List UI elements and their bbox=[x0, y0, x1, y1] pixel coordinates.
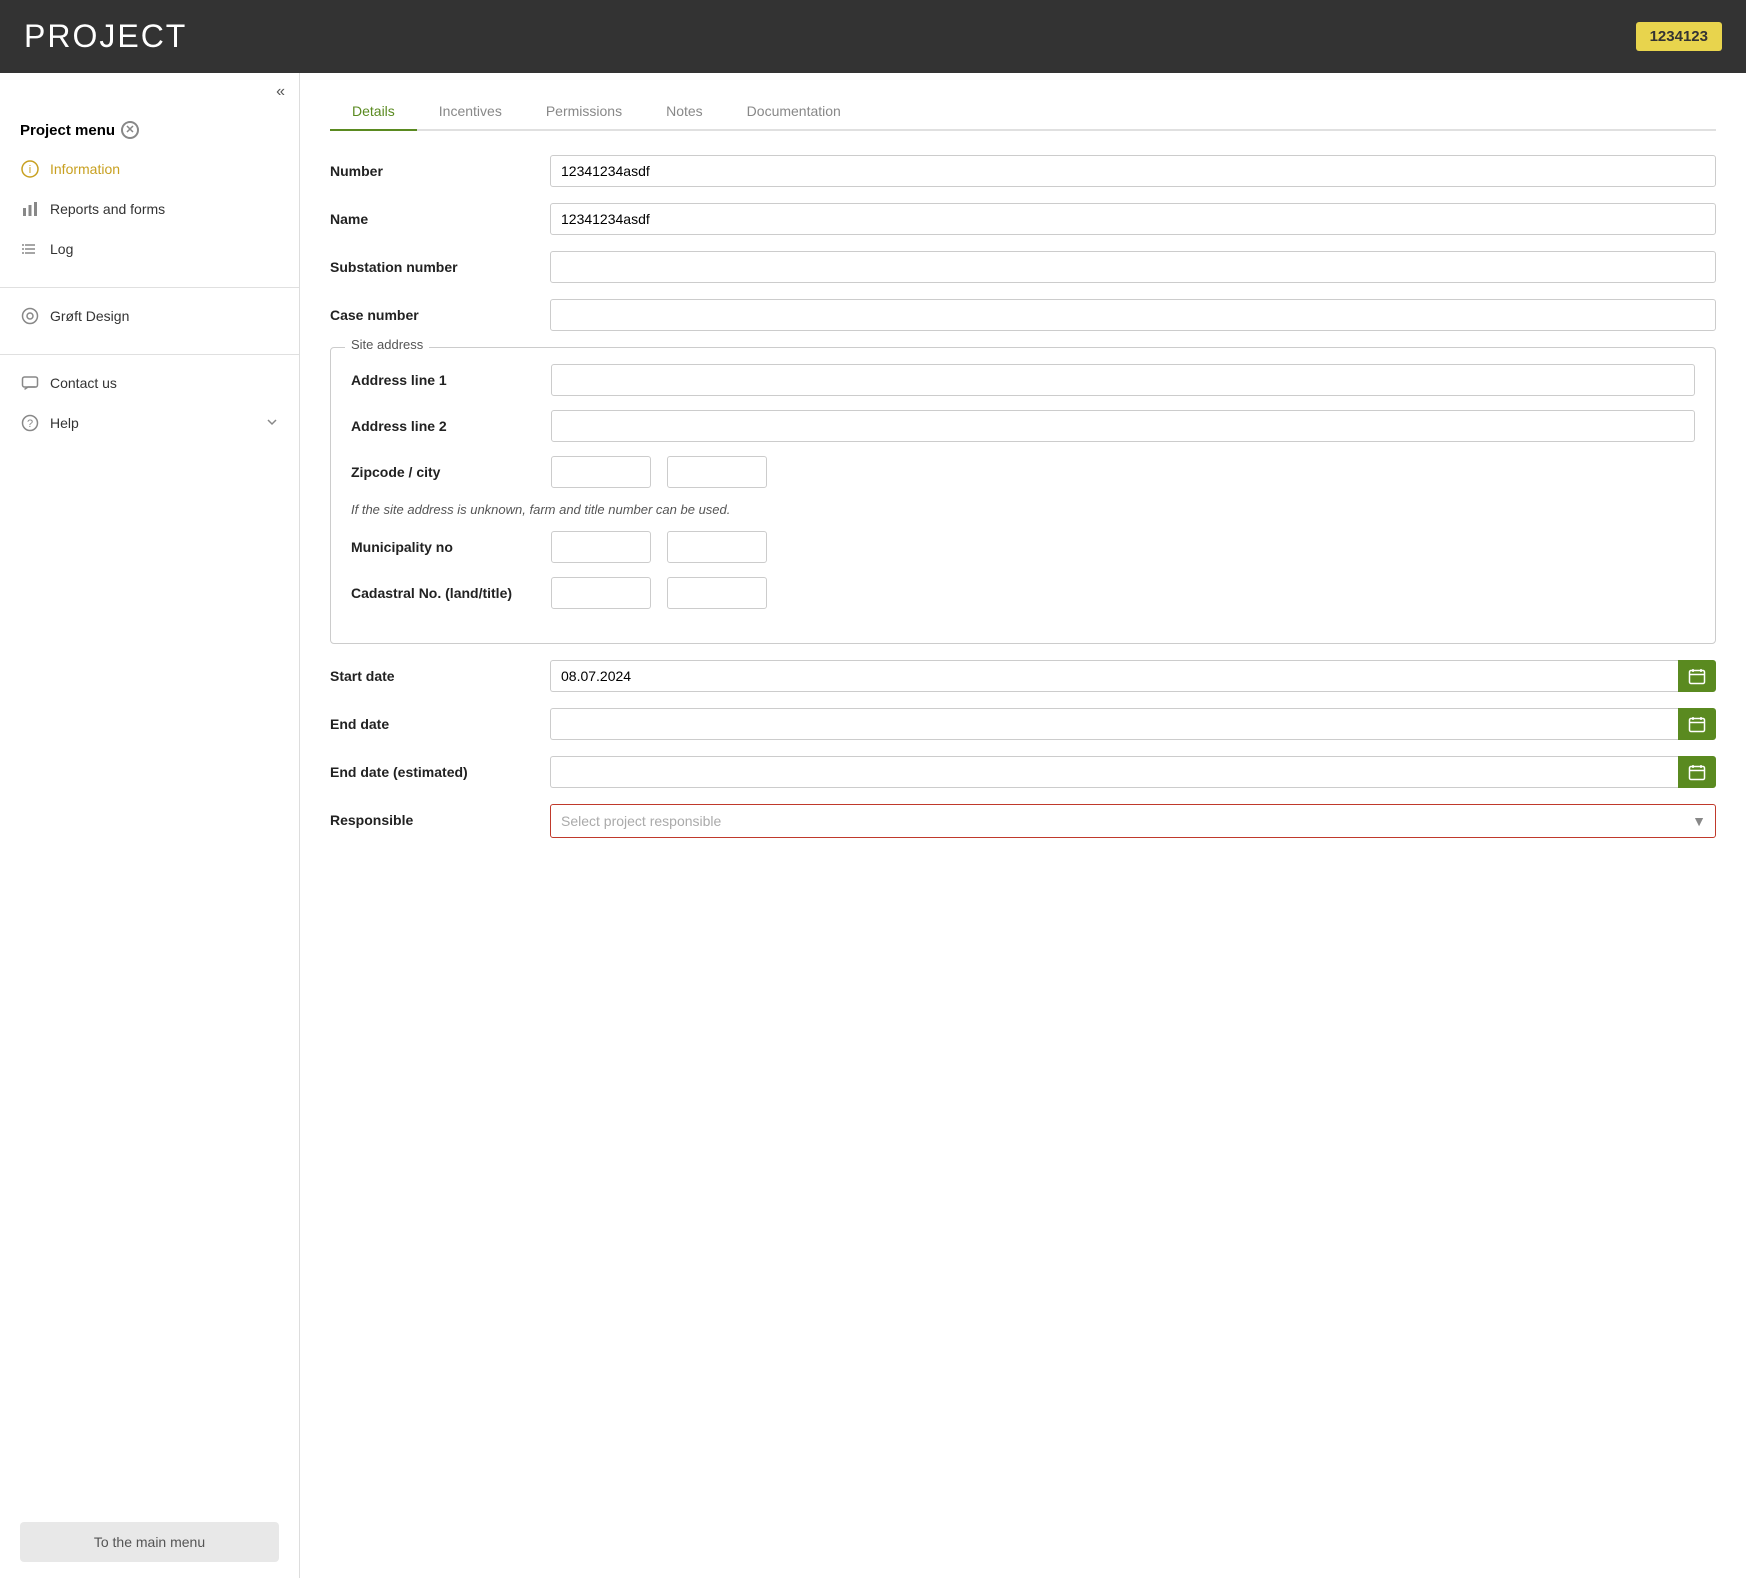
tab-incentives[interactable]: Incentives bbox=[417, 93, 524, 131]
tabs: Details Incentives Permissions Notes Doc… bbox=[330, 93, 1716, 131]
sidebar-item-grøft-design-label: Grøft Design bbox=[50, 308, 129, 324]
message-icon bbox=[20, 373, 40, 393]
sidebar: « Project menu ✕ i Information bbox=[0, 73, 300, 1578]
project-menu-close-icon[interactable]: ✕ bbox=[121, 121, 139, 139]
address1-row: Address line 1 bbox=[351, 364, 1695, 396]
tab-documentation[interactable]: Documentation bbox=[725, 93, 863, 131]
zipcode-label: Zipcode / city bbox=[351, 456, 551, 480]
address2-input[interactable] bbox=[551, 410, 1695, 442]
name-input[interactable] bbox=[550, 203, 1716, 235]
end-date-wrapper bbox=[550, 708, 1716, 740]
number-row: Number bbox=[330, 155, 1716, 187]
tab-permissions[interactable]: Permissions bbox=[524, 93, 644, 131]
svg-text:i: i bbox=[29, 164, 31, 176]
start-date-wrapper bbox=[550, 660, 1716, 692]
sidebar-item-log[interactable]: Log bbox=[0, 229, 299, 269]
sidebar-divider-2 bbox=[0, 354, 299, 355]
main-layout: « Project menu ✕ i Information bbox=[0, 73, 1746, 1578]
end-date-estimated-input[interactable] bbox=[550, 756, 1678, 788]
start-date-calendar-button[interactable] bbox=[1678, 660, 1716, 692]
info-icon: i bbox=[20, 159, 40, 179]
municipality-input1[interactable] bbox=[551, 531, 651, 563]
tab-notes[interactable]: Notes bbox=[644, 93, 725, 131]
sidebar-divider-1 bbox=[0, 287, 299, 288]
address1-input[interactable] bbox=[551, 364, 1695, 396]
sidebar-collapse-button[interactable]: « bbox=[0, 73, 299, 111]
end-date-row: End date bbox=[330, 708, 1716, 740]
circle-icon bbox=[20, 306, 40, 326]
sidebar-bottom: To the main menu bbox=[0, 1506, 299, 1578]
end-date-label: End date bbox=[330, 708, 550, 732]
name-label: Name bbox=[330, 203, 550, 227]
address-note: If the site address is unknown, farm and… bbox=[351, 502, 1695, 517]
cadastral-row: Cadastral No. (land/title) bbox=[351, 577, 1695, 609]
name-row: Name bbox=[330, 203, 1716, 235]
start-date-input[interactable] bbox=[550, 660, 1678, 692]
number-label: Number bbox=[330, 155, 550, 179]
sidebar-item-grøft-design[interactable]: Grøft Design bbox=[0, 296, 299, 336]
project-menu-header: Project menu ✕ bbox=[0, 111, 299, 149]
substation-row: Substation number bbox=[330, 251, 1716, 283]
sidebar-item-log-label: Log bbox=[50, 241, 73, 257]
zipcode-input[interactable] bbox=[551, 456, 651, 488]
app-header: PROJECT 1234123 bbox=[0, 0, 1746, 73]
start-date-label: Start date bbox=[330, 660, 550, 684]
chevron-down-icon bbox=[265, 415, 279, 432]
sidebar-item-help[interactable]: ? Help bbox=[0, 403, 299, 443]
project-id-badge: 1234123 bbox=[1636, 22, 1722, 51]
end-date-input[interactable] bbox=[550, 708, 1678, 740]
end-date-calendar-button[interactable] bbox=[1678, 708, 1716, 740]
case-number-input[interactable] bbox=[550, 299, 1716, 331]
end-date-estimated-row: End date (estimated) bbox=[330, 756, 1716, 788]
substation-input[interactable] bbox=[550, 251, 1716, 283]
number-input[interactable] bbox=[550, 155, 1716, 187]
sidebar-item-information[interactable]: i Information bbox=[0, 149, 299, 189]
end-date-estimated-wrapper bbox=[550, 756, 1716, 788]
responsible-row: Responsible Select project responsible ▼ bbox=[330, 804, 1716, 838]
sidebar-item-help-label: Help bbox=[50, 415, 79, 431]
case-number-label: Case number bbox=[330, 299, 550, 323]
secondary-menu-section: Grøft Design bbox=[0, 296, 299, 346]
app-title: PROJECT bbox=[24, 18, 187, 55]
address2-label: Address line 2 bbox=[351, 410, 551, 434]
sidebar-item-contact-label: Contact us bbox=[50, 375, 117, 391]
cadastral-input2[interactable] bbox=[667, 577, 767, 609]
responsible-label: Responsible bbox=[330, 804, 550, 828]
address2-row: Address line 2 bbox=[351, 410, 1695, 442]
municipality-label: Municipality no bbox=[351, 531, 551, 555]
project-menu-section: Project menu ✕ i Information bbox=[0, 111, 299, 279]
sidebar-item-reports-label: Reports and forms bbox=[50, 201, 165, 217]
question-icon: ? bbox=[20, 413, 40, 433]
case-number-row: Case number bbox=[330, 299, 1716, 331]
end-date-estimated-calendar-button[interactable] bbox=[1678, 756, 1716, 788]
municipality-row: Municipality no bbox=[351, 531, 1695, 563]
bottom-menu-section: Contact us ? Help bbox=[0, 363, 299, 453]
substation-label: Substation number bbox=[330, 251, 550, 275]
sidebar-item-reports-forms[interactable]: Reports and forms bbox=[0, 189, 299, 229]
end-date-estimated-label: End date (estimated) bbox=[330, 756, 550, 780]
responsible-select-wrapper: Select project responsible ▼ bbox=[550, 804, 1716, 838]
cadastral-label: Cadastral No. (land/title) bbox=[351, 577, 551, 601]
municipality-input2[interactable] bbox=[667, 531, 767, 563]
bar-chart-icon bbox=[20, 199, 40, 219]
responsible-select[interactable]: Select project responsible bbox=[550, 804, 1716, 838]
site-address-section: Site address Address line 1 Address line… bbox=[330, 347, 1716, 644]
zipcode-row: Zipcode / city bbox=[351, 456, 1695, 488]
site-address-legend: Site address bbox=[345, 337, 429, 352]
project-menu-label: Project menu bbox=[20, 122, 115, 139]
svg-text:?: ? bbox=[27, 418, 33, 430]
sidebar-item-information-label: Information bbox=[50, 161, 120, 177]
city-input[interactable] bbox=[667, 456, 767, 488]
sidebar-item-contact-us[interactable]: Contact us bbox=[0, 363, 299, 403]
tab-details[interactable]: Details bbox=[330, 93, 417, 131]
cadastral-input1[interactable] bbox=[551, 577, 651, 609]
list-icon bbox=[20, 239, 40, 259]
start-date-row: Start date bbox=[330, 660, 1716, 692]
address1-label: Address line 1 bbox=[351, 364, 551, 388]
main-menu-button[interactable]: To the main menu bbox=[20, 1522, 279, 1562]
content-area: Details Incentives Permissions Notes Doc… bbox=[300, 73, 1746, 1578]
